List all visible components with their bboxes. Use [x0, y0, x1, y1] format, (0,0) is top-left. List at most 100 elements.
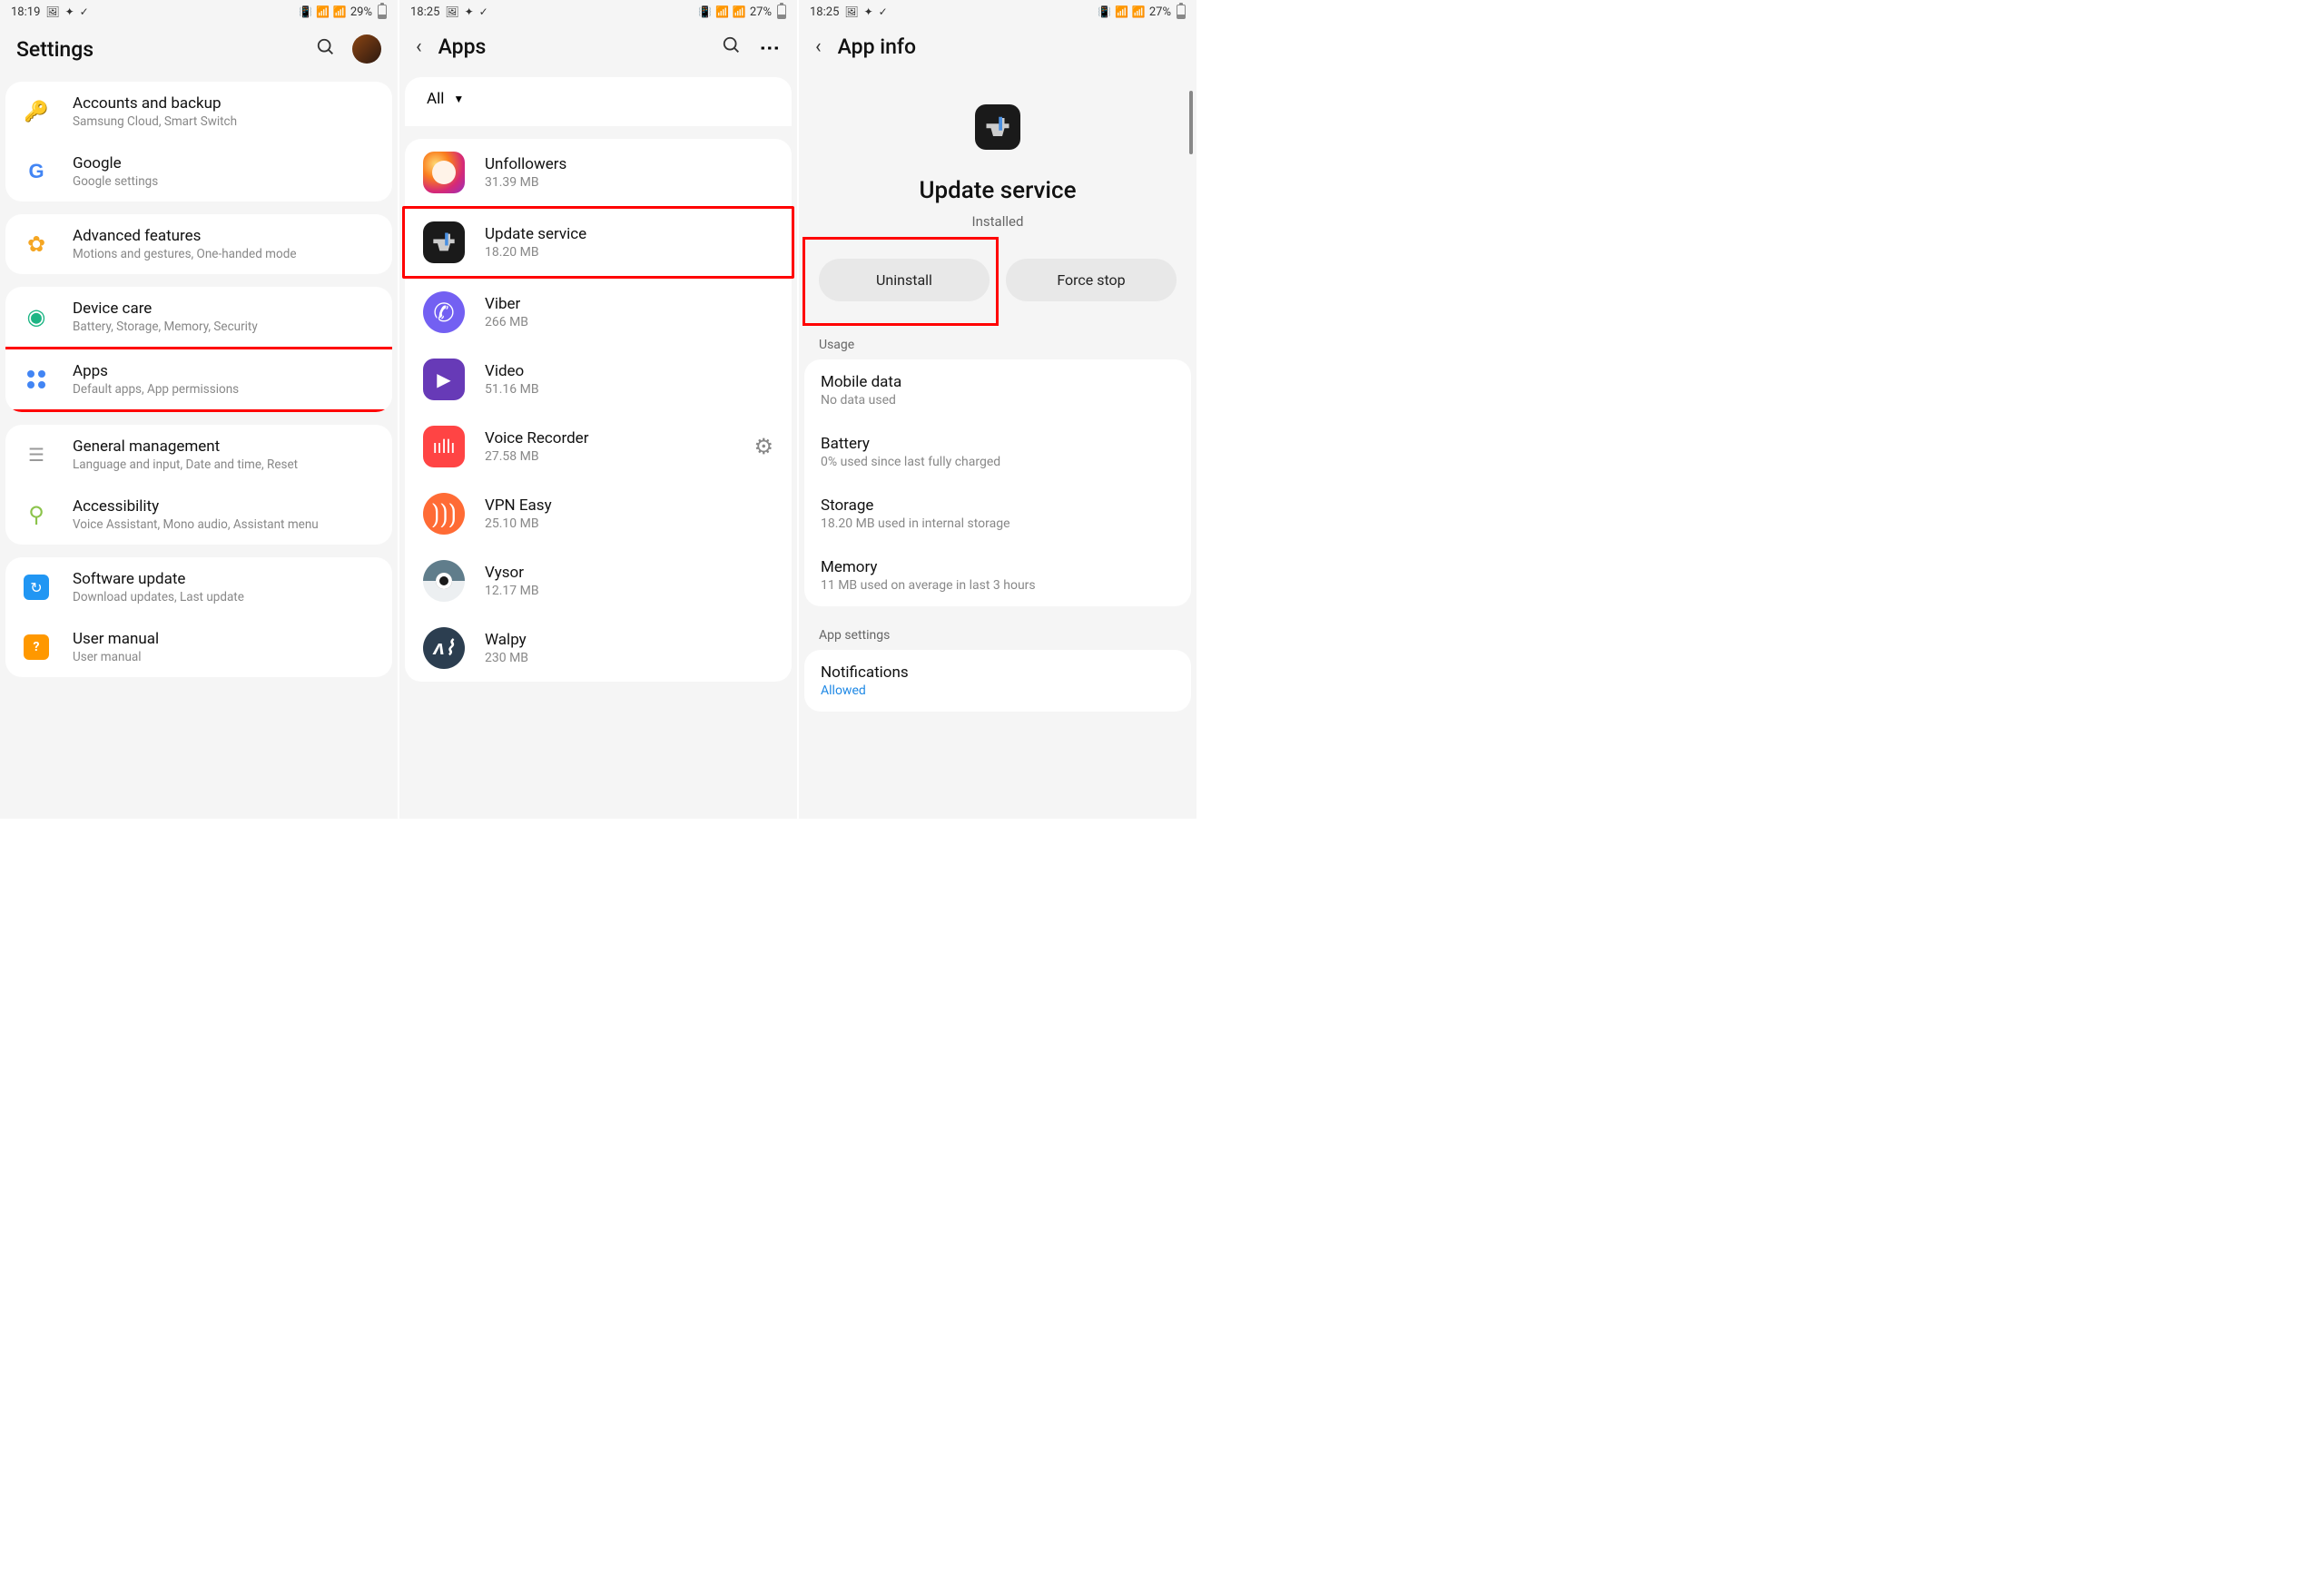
- settings-item-google[interactable]: G Google Google settings: [5, 142, 392, 201]
- scrollbar[interactable]: [1189, 91, 1193, 154]
- status-time: 18:25: [810, 5, 839, 19]
- nfc-icon: ✦: [864, 5, 873, 18]
- settings-item-usermanual[interactable]: ? User manual User manual: [5, 617, 392, 677]
- forcestop-button[interactable]: Force stop: [1006, 259, 1177, 301]
- wifi-icon: 📶: [1115, 5, 1128, 18]
- item-subtitle: Voice Assistant, Mono audio, Assistant m…: [73, 517, 376, 532]
- back-button[interactable]: ‹: [815, 35, 822, 58]
- app-icon: [423, 152, 465, 193]
- battery-icon: [777, 5, 786, 19]
- app-size: 230 MB: [485, 651, 773, 665]
- appsettings-group: Notifications Allowed: [804, 650, 1191, 712]
- settings-item-accessibility[interactable]: ⚲ Accessibility Voice Assistant, Mono au…: [5, 485, 392, 545]
- page-title: Apps: [438, 34, 487, 59]
- app-item-viber[interactable]: ✆ Viber 266 MB: [405, 279, 792, 346]
- app-item-walpy[interactable]: ᴧ⌇ Walpy 230 MB: [405, 614, 792, 682]
- app-item-voicerecorder[interactable]: ııllı Voice Recorder 27.58 MB ⚙: [405, 413, 792, 480]
- item-title: Battery: [821, 435, 1175, 453]
- image-icon: 🖼: [445, 5, 458, 18]
- status-time: 18:25: [410, 5, 439, 19]
- signal-icon: 📶: [1132, 5, 1146, 18]
- battery-icon: [1177, 5, 1186, 19]
- settings-item-advanced[interactable]: ✿ Advanced features Motions and gestures…: [5, 214, 392, 274]
- item-subtitle: Language and input, Date and time, Reset: [73, 457, 376, 472]
- wifi-icon: 📶: [715, 5, 729, 18]
- app-item-vpneasy[interactable]: ⟯⟯⟯ VPN Easy 25.10 MB: [405, 480, 792, 547]
- search-button[interactable]: [722, 35, 742, 59]
- app-hero: Update service Installed: [799, 77, 1196, 244]
- usage-group: Mobile data No data used Battery 0% used…: [804, 359, 1191, 606]
- item-subtitle: No data used: [821, 393, 1175, 408]
- search-button[interactable]: [316, 37, 336, 61]
- item-title: Accessibility: [73, 497, 376, 516]
- status-time: 18:19: [11, 5, 40, 19]
- info-item-notifications[interactable]: Notifications Allowed: [804, 650, 1191, 712]
- status-bar: 18:25 🖼 ✦ ✓ 📳 📶 📶 27%: [799, 0, 1196, 24]
- more-button[interactable]: ⋮: [758, 38, 781, 56]
- screen-settings: 18:19 🖼 ✦ ✓ 📳 📶 📶 29% Settings 🔑 Account…: [0, 0, 399, 819]
- item-subtitle: Download updates, Last update: [73, 590, 376, 604]
- filter-dropdown[interactable]: All ▼: [405, 77, 792, 126]
- image-icon: 🖼: [45, 5, 59, 18]
- nfc-icon: ✦: [465, 5, 474, 18]
- section-label-usage: Usage: [799, 329, 1196, 359]
- key-icon: 🔑: [24, 101, 48, 123]
- item-title: Memory: [821, 558, 1175, 576]
- item-subtitle: Google settings: [73, 174, 376, 189]
- app-size: 51.16 MB: [485, 382, 773, 397]
- app-icon: ᴧ⌇: [423, 627, 465, 669]
- back-button[interactable]: ‹: [416, 35, 422, 58]
- app-icon: [423, 221, 465, 263]
- battery-text: 29%: [350, 5, 372, 19]
- item-title: Notifications: [821, 663, 1175, 682]
- item-subtitle: Allowed: [821, 683, 1175, 698]
- action-buttons: Uninstall Force stop: [799, 244, 1196, 329]
- page-title: App info: [838, 34, 916, 59]
- chevron-down-icon: ▼: [453, 93, 464, 105]
- page-title: Settings: [16, 37, 94, 62]
- app-icon: [423, 560, 465, 602]
- item-title: User manual: [73, 630, 376, 648]
- app-item-vysor[interactable]: Vysor 12.17 MB: [405, 547, 792, 614]
- uninstall-button[interactable]: Uninstall: [819, 259, 990, 301]
- app-icon: ✆: [423, 291, 465, 333]
- check-icon: ✓: [479, 5, 488, 18]
- gear-icon[interactable]: ⚙: [753, 434, 773, 459]
- settings-item-apps[interactable]: Apps Default apps, App permissions: [5, 347, 392, 412]
- item-title: Mobile data: [821, 373, 1175, 391]
- check-icon: ✓: [879, 5, 888, 18]
- battery-text: 27%: [1149, 5, 1171, 19]
- settings-item-accounts[interactable]: 🔑 Accounts and backup Samsung Cloud, Sma…: [5, 82, 392, 142]
- apps-list: Unfollowers 31.39 MB Update service 18.2…: [405, 139, 792, 682]
- image-icon: 🖼: [844, 5, 858, 18]
- wifi-icon: 📶: [316, 5, 330, 18]
- status-bar: 18:19 🖼 ✦ ✓ 📳 📶 📶 29%: [0, 0, 398, 24]
- info-item-storage[interactable]: Storage 18.20 MB used in internal storag…: [804, 483, 1191, 545]
- settings-item-devicecare[interactable]: ◉ Device care Battery, Storage, Memory, …: [5, 287, 392, 347]
- info-item-battery[interactable]: Battery 0% used since last fully charged: [804, 421, 1191, 483]
- app-name: VPN Easy: [485, 496, 773, 515]
- item-title: Storage: [821, 496, 1175, 515]
- vibrate-icon: 📳: [299, 5, 312, 18]
- accessibility-icon: ⚲: [28, 502, 44, 527]
- app-size: 27.58 MB: [485, 449, 753, 464]
- search-icon: [722, 35, 742, 55]
- app-item-video[interactable]: ▶ Video 51.16 MB: [405, 346, 792, 413]
- search-icon: [316, 37, 336, 57]
- app-size: 266 MB: [485, 315, 773, 329]
- profile-avatar[interactable]: [352, 34, 381, 64]
- app-item-updateservice[interactable]: Update service 18.20 MB: [402, 206, 794, 279]
- app-name: Walpy: [485, 631, 773, 649]
- item-subtitle: Battery, Storage, Memory, Security: [73, 319, 376, 334]
- settings-item-general[interactable]: ☰ General management Language and input,…: [5, 425, 392, 485]
- app-item-unfollowers[interactable]: Unfollowers 31.39 MB: [405, 139, 792, 206]
- info-item-memory[interactable]: Memory 11 MB used on average in last 3 h…: [804, 545, 1191, 606]
- vibrate-icon: 📳: [1098, 5, 1111, 18]
- vibrate-icon: 📳: [698, 5, 712, 18]
- settings-item-softwareupdate[interactable]: ↻ Software update Download updates, Last…: [5, 557, 392, 617]
- item-title: General management: [73, 437, 376, 456]
- app-status: Installed: [817, 213, 1178, 230]
- nfc-icon: ✦: [65, 5, 74, 18]
- info-item-mobiledata[interactable]: Mobile data No data used: [804, 359, 1191, 421]
- battery-text: 27%: [750, 5, 772, 19]
